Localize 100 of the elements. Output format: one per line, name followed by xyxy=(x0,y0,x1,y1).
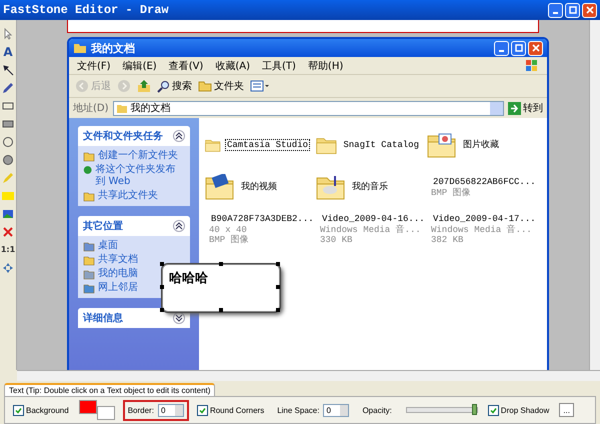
task-link[interactable]: 我的电脑 xyxy=(98,268,138,280)
field-label: Line Space: xyxy=(277,406,320,414)
task-link[interactable]: 创建一个新文件夹 xyxy=(98,150,178,162)
file-name[interactable]: Video_2009-04-17... xyxy=(431,213,538,225)
window-title: 我的文档 xyxy=(91,40,136,56)
arrow-icon xyxy=(508,102,521,114)
back-icon xyxy=(75,79,89,93)
ellipse-icon[interactable] xyxy=(2,136,14,148)
file-name[interactable]: 我的音乐 xyxy=(350,181,390,193)
checkbox[interactable] xyxy=(488,404,499,416)
up-folder-icon xyxy=(137,79,151,93)
file-detail: 40 x 40 xyxy=(209,225,247,235)
pen-icon[interactable] xyxy=(2,82,14,94)
menu-item[interactable]: 查看(V) xyxy=(168,58,204,72)
close-button[interactable] xyxy=(528,40,543,56)
checkbox-label: Drop Shadow xyxy=(500,406,550,414)
pointer-icon[interactable] xyxy=(2,28,14,40)
minimize-button[interactable] xyxy=(548,2,563,18)
file-name[interactable]: Video_2009-04-16... xyxy=(320,213,427,225)
file-name[interactable]: B90A728F73A3DEB2... xyxy=(209,213,316,225)
globe-icon xyxy=(83,164,92,176)
number-field[interactable]: 0 xyxy=(323,404,350,416)
maximize-button[interactable] xyxy=(511,40,526,56)
opacity-slider[interactable] xyxy=(406,407,478,413)
forward-icon xyxy=(117,79,131,93)
checkbox-label: Background xyxy=(26,406,69,414)
file-detail: Windows Media 音... xyxy=(431,225,533,235)
maximize-icon xyxy=(568,6,576,14)
checkbox[interactable] xyxy=(196,404,208,416)
search-icon xyxy=(157,80,170,92)
menu-item[interactable]: 工具(T) xyxy=(262,58,296,72)
go-button[interactable]: 转到 xyxy=(508,101,543,115)
picture-icon[interactable] xyxy=(2,208,14,220)
filled-ellipse-icon[interactable] xyxy=(2,154,14,166)
move-icon[interactable] xyxy=(2,262,14,274)
views-button[interactable] xyxy=(250,80,270,92)
task-link[interactable]: 共享此文件夹 xyxy=(98,190,158,202)
close-button[interactable] xyxy=(582,2,597,18)
fill-color-icon[interactable] xyxy=(2,190,14,202)
task-link[interactable]: 将这个文件夹发布到 Web xyxy=(95,164,185,188)
file-name[interactable]: 我的视频 xyxy=(239,181,279,193)
menu-item[interactable]: 文件(F) xyxy=(77,58,111,72)
file-detail: 330 KB xyxy=(320,235,354,245)
color-swatch[interactable] xyxy=(78,400,97,414)
expand-icon[interactable] xyxy=(173,312,185,324)
file-name[interactable]: SnagIt Catalog xyxy=(341,139,421,151)
video-folder-icon xyxy=(205,174,235,200)
menu-item[interactable]: 收藏(A) xyxy=(215,58,250,72)
search-button[interactable]: 搜索 xyxy=(157,79,192,93)
windows-logo-icon xyxy=(525,58,539,72)
arrow-icon[interactable] xyxy=(2,64,14,76)
task-link[interactable]: 桌面 xyxy=(98,240,118,252)
collapse-icon[interactable] xyxy=(173,130,185,142)
folders-button[interactable]: 文件夹 xyxy=(198,79,244,93)
vertical-scrollbar[interactable] xyxy=(589,20,600,370)
rectangle-icon[interactable] xyxy=(2,100,14,112)
address-field[interactable]: 我的文档 xyxy=(112,100,504,116)
window-title: FastStone Editor - Draw xyxy=(3,3,170,17)
views-icon xyxy=(250,80,270,92)
maximize-button[interactable] xyxy=(565,2,580,18)
minimize-button[interactable] xyxy=(494,40,509,56)
picture-folder-icon xyxy=(427,132,457,158)
more-button[interactable]: ... xyxy=(559,403,574,417)
file-detail: Windows Media 音... xyxy=(320,225,422,235)
actual-size-tool[interactable]: 1:1 xyxy=(0,244,16,256)
field-label: Opacity: xyxy=(362,406,392,414)
close-icon[interactable] xyxy=(2,226,14,238)
checkbox-label: Round Corners xyxy=(210,406,264,414)
file-detail: 382 KB xyxy=(431,235,464,245)
panel-tab[interactable]: Text (Tip: Double click on a Text object to edit its content) xyxy=(4,383,216,396)
field-label: Border: xyxy=(128,406,154,414)
filled-rectangle-icon[interactable] xyxy=(2,118,14,130)
color-swatch[interactable] xyxy=(96,406,115,420)
close-icon xyxy=(586,6,594,14)
file-name[interactable]: Camtasia Studio xyxy=(224,139,310,151)
maximize-icon xyxy=(514,44,522,52)
collapse-icon[interactable] xyxy=(173,220,185,232)
menu-item[interactable]: 帮助(H) xyxy=(308,58,344,72)
file-name[interactable]: 207D656822AB6FCC... xyxy=(431,176,538,188)
slider-thumb[interactable] xyxy=(472,404,477,415)
file-name[interactable]: 图片收藏 xyxy=(461,139,501,151)
close-icon xyxy=(532,44,540,52)
text-tool[interactable]: A xyxy=(3,46,13,58)
text-object[interactable]: 哈哈哈 xyxy=(162,264,280,312)
folder-icon xyxy=(116,102,128,114)
up-button[interactable] xyxy=(137,79,151,93)
task-link[interactable]: 网上邻居 xyxy=(98,282,138,294)
file-detail: BMP 图像 xyxy=(431,188,472,198)
folder-icon xyxy=(83,190,95,202)
task-link[interactable]: 共享文档 xyxy=(98,254,138,266)
text-object-text: 哈哈哈 xyxy=(169,271,208,286)
number-field[interactable]: 0 xyxy=(158,404,184,416)
folder-icon xyxy=(73,42,87,54)
folder-icon xyxy=(83,254,95,266)
menu-item[interactable]: 编辑(E) xyxy=(122,58,157,72)
checkbox[interactable] xyxy=(13,404,24,416)
folder-icon xyxy=(83,150,95,162)
folder-icon xyxy=(198,80,212,92)
file-detail: BMP 图像 xyxy=(209,235,250,245)
horizontal-scrollbar[interactable] xyxy=(17,370,600,381)
